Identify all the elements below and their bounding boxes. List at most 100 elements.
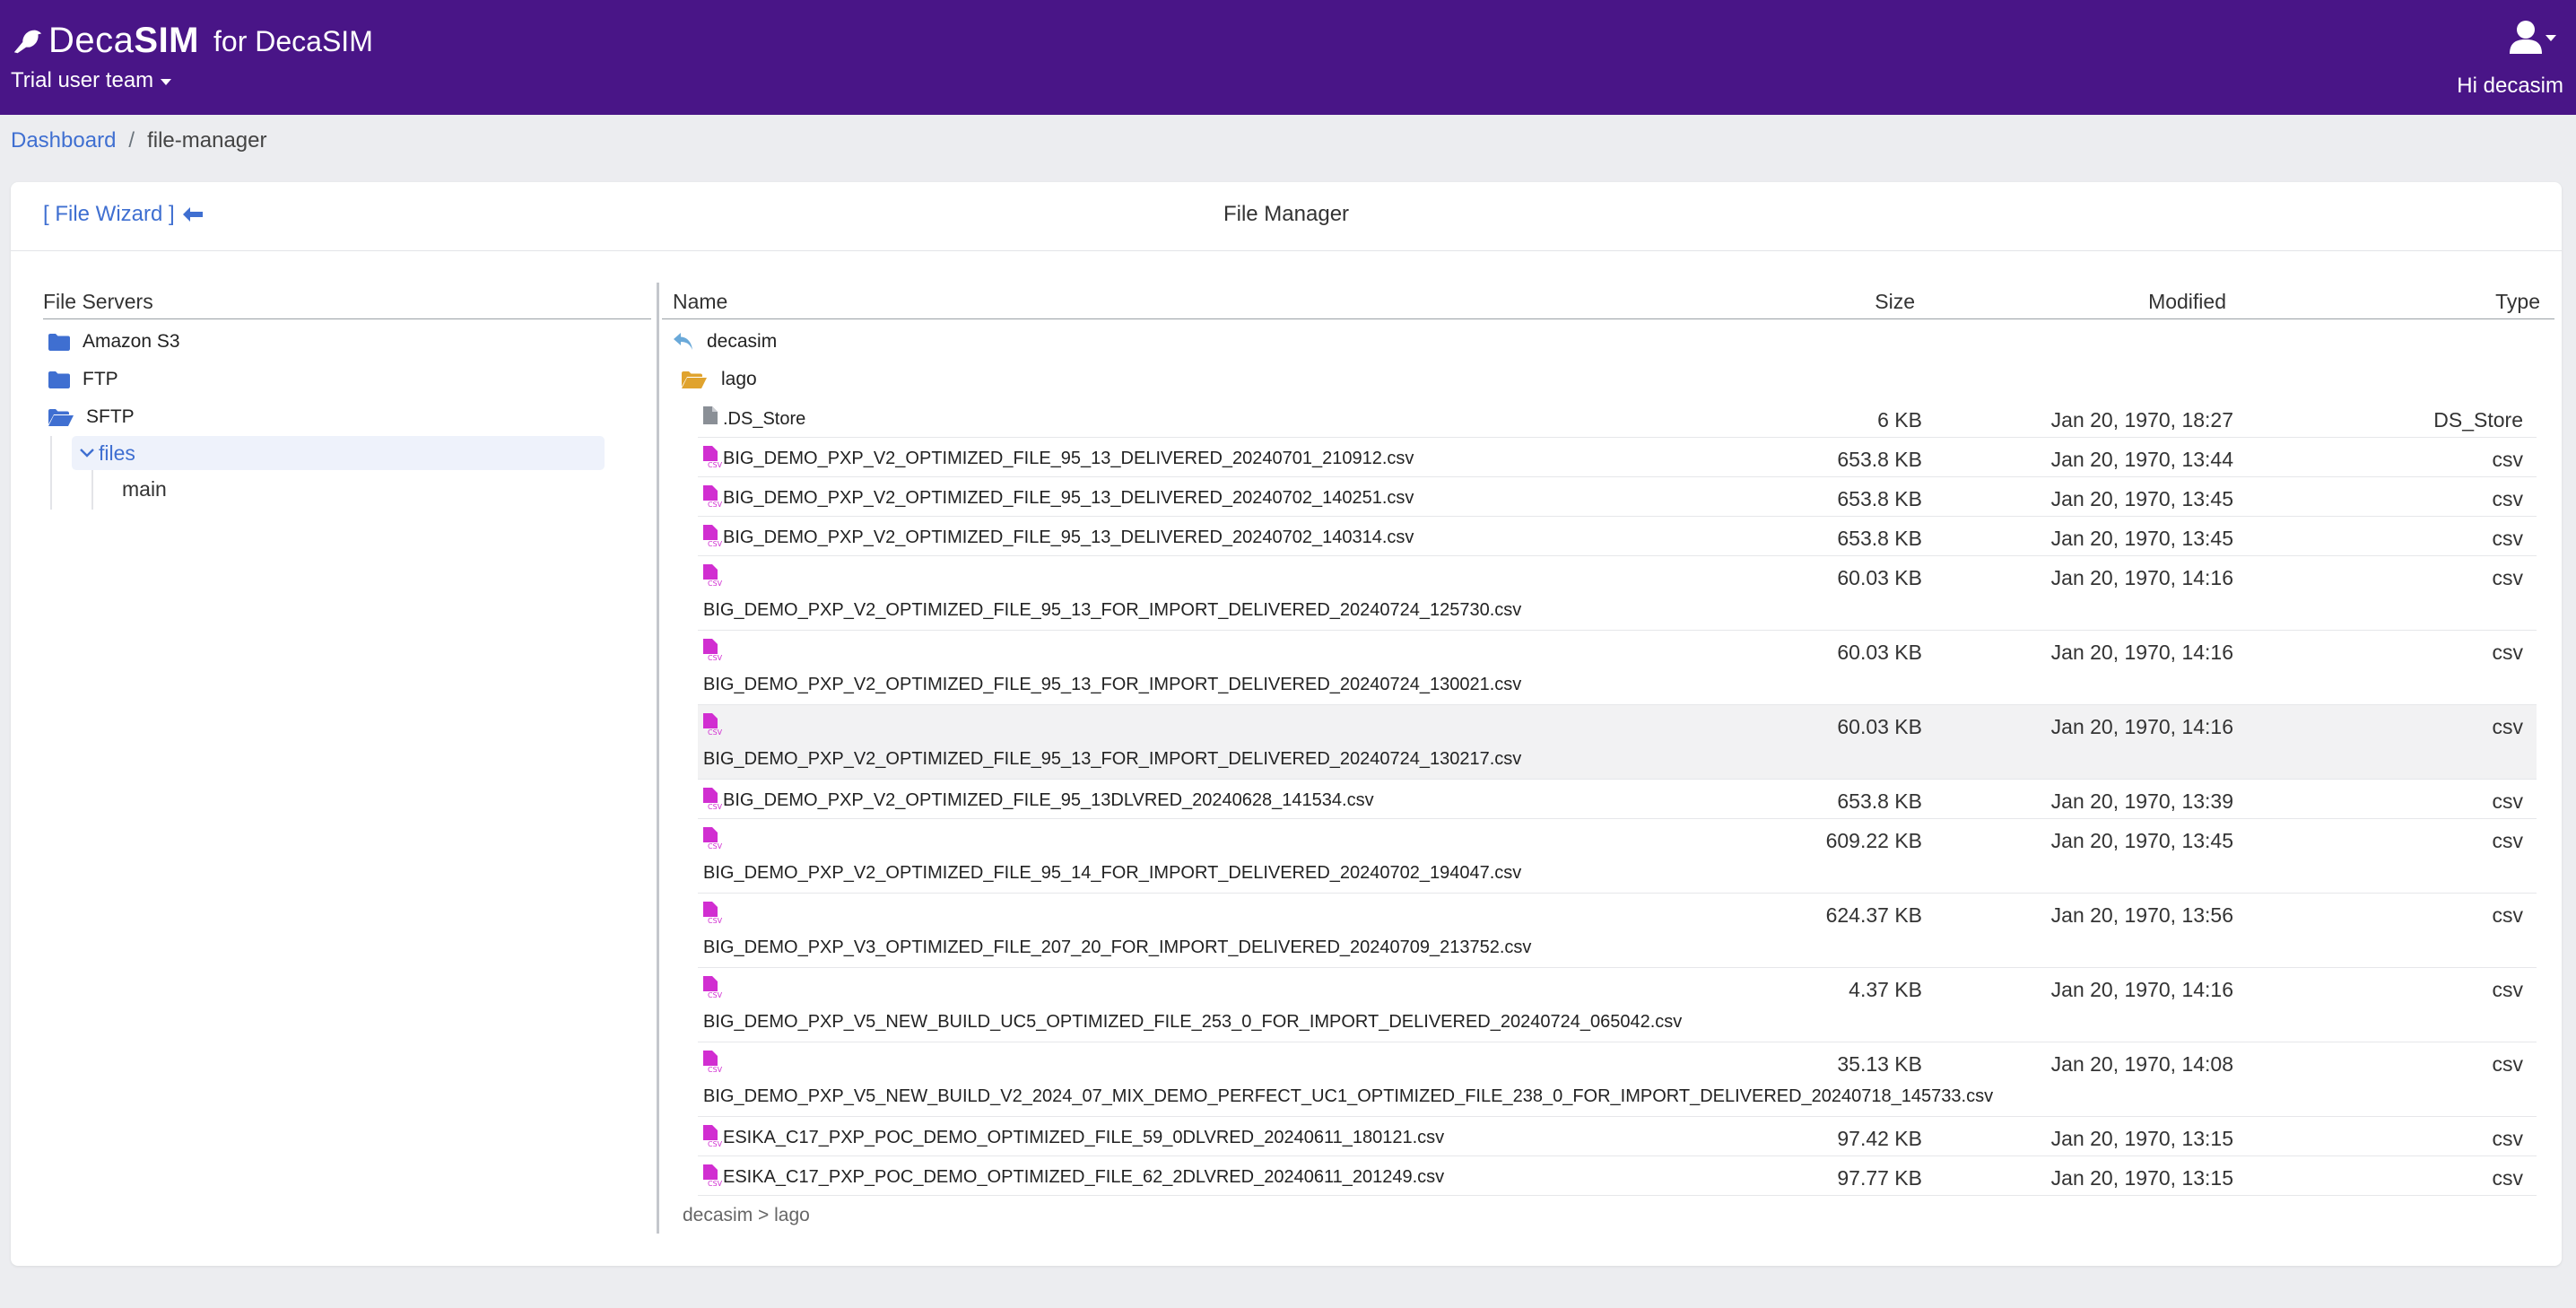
pane-divider[interactable] (657, 283, 659, 1234)
csv-file-icon: CSV (703, 902, 723, 924)
file-row[interactable]: .DS_Store 6 KB Jan 20, 1970, 18:27 DS_St… (698, 398, 2537, 438)
file-size: 4.37 KB (1849, 978, 1922, 1001)
file-row[interactable]: CSV BIG_DEMO_PXP_V5_NEW_BUILD_UC5_OPTIMI… (698, 968, 2537, 1042)
svg-text:CSV: CSV (708, 1140, 723, 1147)
parent-folder-row[interactable]: decasim (662, 323, 2554, 361)
svg-text:CSV: CSV (708, 461, 723, 468)
user-icon (2510, 21, 2542, 54)
files-subtree: main (91, 470, 651, 510)
file-modified: Jan 20, 1970, 13:56 (2050, 903, 2233, 927)
card-title: File Manager (1223, 202, 1350, 226)
file-modified: Jan 20, 1970, 14:08 (2050, 1052, 2233, 1076)
file-size: 609.22 KB (1825, 829, 1922, 852)
csv-file-icon: CSV (703, 446, 723, 468)
tree-node-files[interactable]: files (72, 436, 605, 470)
file-name: BIG_DEMO_PXP_V2_OPTIMIZED_FILE_95_13_DEL… (723, 449, 1414, 468)
file-modified: Jan 20, 1970, 13:45 (2050, 829, 2233, 852)
file-size: 653.8 KB (1837, 448, 1922, 471)
svg-text:CSV: CSV (708, 654, 723, 661)
file-modified: Jan 20, 1970, 14:16 (2050, 566, 2233, 589)
brand-name-sim: SIM (134, 20, 200, 60)
chevron-down-icon (80, 449, 94, 458)
team-dropdown[interactable]: Trial user team (11, 68, 172, 93)
csv-file-icon: CSV (703, 1164, 723, 1187)
file-name: BIG_DEMO_PXP_V5_NEW_BUILD_V2_2024_07_MIX… (703, 1086, 1994, 1106)
svg-text:CSV: CSV (708, 501, 723, 508)
column-header-name[interactable]: Name (673, 290, 727, 314)
file-type: csv (2492, 789, 2524, 813)
csv-file-icon: CSV (703, 485, 723, 508)
folder-open-icon (682, 371, 707, 388)
file-type: csv (2492, 1052, 2524, 1076)
file-type: csv (2492, 448, 2524, 471)
file-type: DS_Store (2433, 408, 2523, 432)
file-row[interactable]: CSV BIG_DEMO_PXP_V2_OPTIMIZED_FILE_95_13… (698, 705, 2537, 780)
tree-node-label: files (99, 440, 135, 465)
folder-open-icon (48, 409, 74, 426)
breadcrumb-dashboard-link[interactable]: Dashboard (11, 128, 116, 153)
current-folder-label: lago (721, 369, 757, 389)
file-modified: Jan 20, 1970, 14:16 (2050, 978, 2233, 1001)
file-list-header: Name Size Modified Type (662, 286, 2554, 319)
file-type: csv (2492, 1127, 2524, 1150)
csv-file-icon: CSV (703, 564, 723, 587)
column-header-type[interactable]: Type (2495, 290, 2540, 314)
user-menu-toggle[interactable] (2510, 20, 2556, 54)
file-row[interactable]: CSV BIG_DEMO_PXP_V3_OPTIMIZED_FILE_207_2… (698, 894, 2537, 968)
file-size: 97.42 KB (1837, 1127, 1922, 1150)
user-greeting: Hi decasim (2457, 74, 2563, 98)
column-header-size[interactable]: Size (1875, 290, 1915, 314)
column-header-modified[interactable]: Modified (2148, 290, 2226, 314)
file-size: 624.37 KB (1825, 903, 1922, 927)
file-name: .DS_Store (723, 409, 806, 429)
svg-text:CSV: CSV (708, 728, 723, 736)
file-row[interactable]: CSV BIG_DEMO_PXP_V2_OPTIMIZED_FILE_95_13… (698, 556, 2537, 631)
server-amazon-s3[interactable]: Amazon S3 (43, 323, 651, 361)
file-row[interactable]: CSV BIG_DEMO_PXP_V5_NEW_BUILD_V2_2024_07… (698, 1042, 2537, 1117)
file-list-panel: Name Size Modified Type decasim lago .DS… (662, 286, 2554, 1196)
file-modified: Jan 20, 1970, 13:15 (2050, 1166, 2233, 1190)
file-modified: Jan 20, 1970, 18:27 (2050, 408, 2233, 432)
card-header: [ File Wizard ] File Manager (11, 182, 2562, 251)
caret-down-icon (2546, 34, 2556, 41)
current-folder-row[interactable]: lago (662, 361, 2554, 398)
team-label: Trial user team (11, 68, 154, 92)
file-size: 653.8 KB (1837, 527, 1922, 550)
file-row[interactable]: CSV BIG_DEMO_PXP_V2_OPTIMIZED_FILE_95_13… (698, 780, 2537, 819)
file-row[interactable]: CSV BIG_DEMO_PXP_V2_OPTIMIZED_FILE_95_13… (698, 631, 2537, 705)
svg-text:CSV: CSV (708, 991, 723, 998)
server-ftp[interactable]: FTP (43, 361, 651, 398)
breadcrumb: Dashboard / file-manager (11, 128, 267, 153)
svg-text:CSV: CSV (708, 803, 723, 810)
file-type: csv (2492, 1166, 2524, 1190)
file-name: BIG_DEMO_PXP_V2_OPTIMIZED_FILE_95_13_FOR… (703, 749, 1522, 769)
tree-node-main[interactable]: main (122, 477, 167, 501)
file-row[interactable]: CSV BIG_DEMO_PXP_V2_OPTIMIZED_FILE_95_13… (698, 517, 2537, 556)
file-name: BIG_DEMO_PXP_V2_OPTIMIZED_FILE_95_13DLVR… (723, 790, 1374, 810)
svg-text:CSV: CSV (708, 842, 723, 850)
file-name: ESIKA_C17_PXP_POC_DEMO_OPTIMIZED_FILE_62… (723, 1167, 1445, 1187)
brand-logo[interactable]: Deca SIM for DecaSIM (11, 16, 373, 65)
parent-folder-label: decasim (707, 331, 778, 352)
file-name: BIG_DEMO_PXP_V2_OPTIMIZED_FILE_95_13_DEL… (723, 488, 1414, 508)
file-name: BIG_DEMO_PXP_V2_OPTIMIZED_FILE_95_13_DEL… (723, 528, 1414, 547)
file-row[interactable]: CSV BIG_DEMO_PXP_V2_OPTIMIZED_FILE_95_13… (698, 438, 2537, 477)
csv-file-icon: CSV (703, 713, 723, 736)
file-row[interactable]: CSV ESIKA_C17_PXP_POC_DEMO_OPTIMIZED_FIL… (698, 1117, 2537, 1156)
file-row[interactable]: CSV BIG_DEMO_PXP_V2_OPTIMIZED_FILE_95_14… (698, 819, 2537, 894)
server-sftp[interactable]: SFTP (43, 398, 651, 436)
file-name: ESIKA_C17_PXP_POC_DEMO_OPTIMIZED_FILE_59… (723, 1128, 1445, 1147)
server-label: FTP (83, 369, 118, 389)
file-row[interactable]: CSV ESIKA_C17_PXP_POC_DEMO_OPTIMIZED_FIL… (698, 1156, 2537, 1196)
file-modified: Jan 20, 1970, 13:44 (2050, 448, 2233, 471)
file-size: 653.8 KB (1837, 789, 1922, 813)
file-modified: Jan 20, 1970, 13:45 (2050, 527, 2233, 550)
svg-text:CSV: CSV (708, 540, 723, 547)
file-modified: Jan 20, 1970, 13:15 (2050, 1127, 2233, 1150)
file-modified: Jan 20, 1970, 14:16 (2050, 715, 2233, 738)
file-type: csv (2492, 527, 2524, 550)
file-row[interactable]: CSV BIG_DEMO_PXP_V2_OPTIMIZED_FILE_95_13… (698, 477, 2537, 517)
svg-text:CSV: CSV (708, 1066, 723, 1073)
file-size: 97.77 KB (1837, 1166, 1922, 1190)
csv-file-icon: CSV (703, 1051, 723, 1073)
